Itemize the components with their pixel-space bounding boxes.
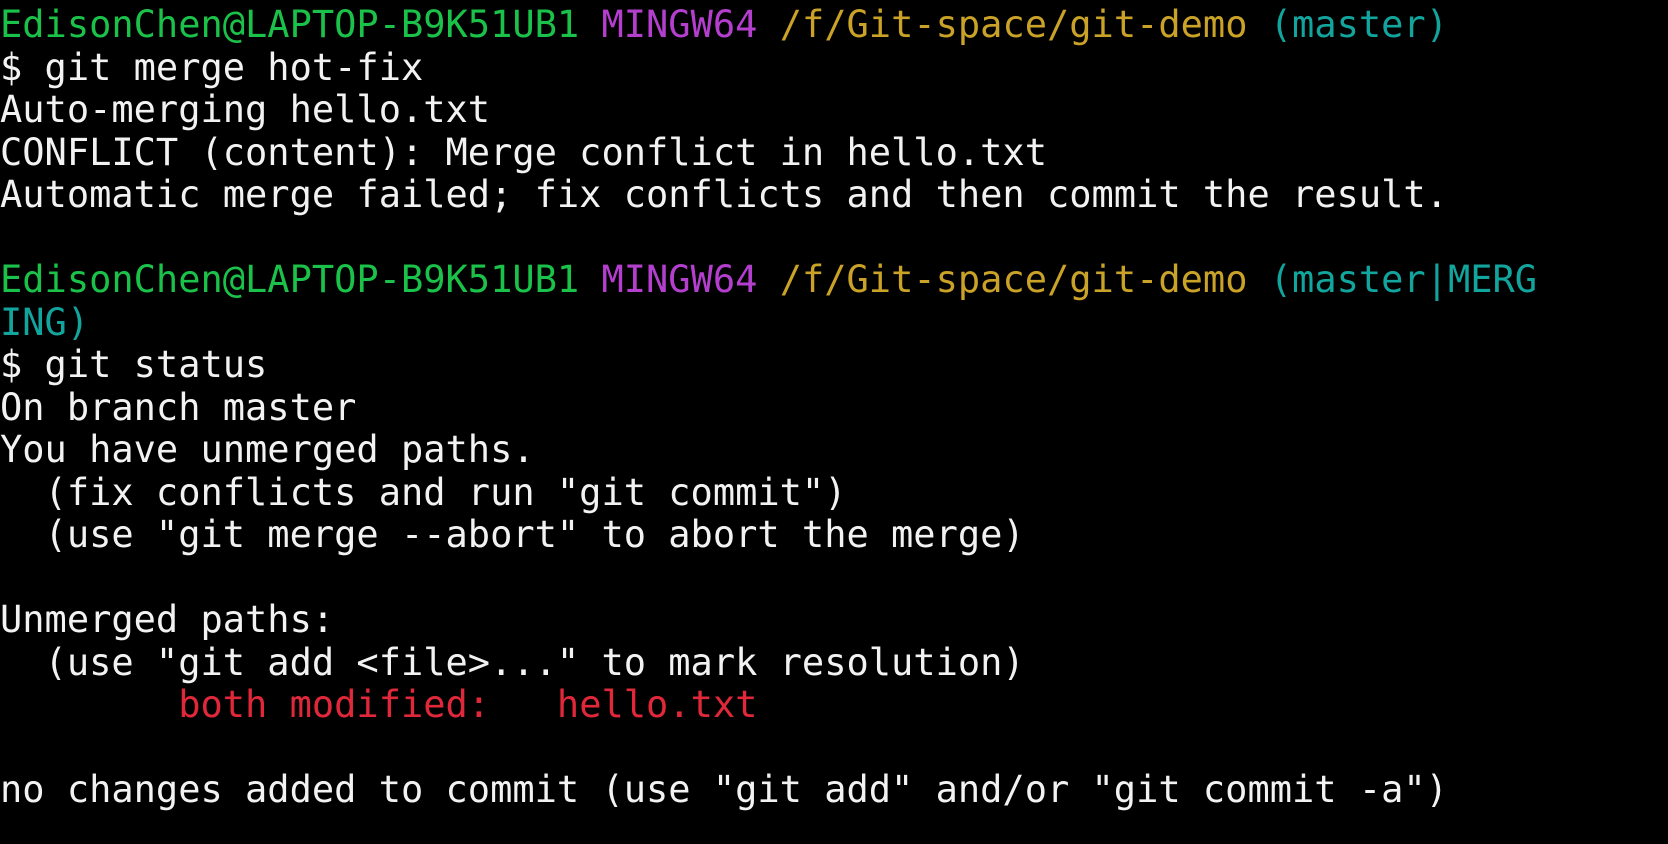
prompt-branch: (master|MERG — [1269, 259, 1538, 301]
prompt-system: MINGW64 — [601, 4, 758, 46]
output-line: Unmerged paths: — [0, 599, 335, 641]
command-line: $ git status — [0, 344, 268, 386]
file-status: both modified: — [178, 684, 491, 726]
output-line: On branch master — [0, 386, 357, 429]
output-line: Auto-merging hello.txt — [0, 89, 491, 131]
output-line: no changes added to commit (use "git add… — [0, 769, 1448, 811]
prompt-user-host: EdisonChen@LAPTOP-B9K51UB1 — [0, 259, 580, 301]
prompt-branch-wrap: ING) — [0, 301, 90, 344]
file-name: hello.txt — [556, 684, 758, 726]
hint-line: (use "git merge --abort" to abort the me… — [0, 514, 1025, 556]
output-line: You have unmerged paths. — [0, 429, 535, 471]
prompt-branch: (master) — [1269, 4, 1448, 46]
command-line: $ git merge hot-fix — [0, 46, 424, 89]
prompt-system: MINGW64 — [601, 259, 758, 301]
prompt-line: EdisonChen@LAPTOP-B9K51UB1 MINGW64 /f/Gi… — [0, 259, 1668, 302]
prompt-path: /f/Git-space/git-demo — [779, 4, 1248, 46]
terminal-window[interactable]: EdisonChen@LAPTOP-B9K51UB1 MINGW64 /f/Gi… — [0, 0, 1668, 844]
prompt-line: EdisonChen@LAPTOP-B9K51UB1 MINGW64 /f/Gi… — [0, 4, 1668, 47]
unmerged-file-line: both modified: hello.txt — [0, 684, 1668, 727]
hint-line: (fix conflicts and run "git commit") — [0, 471, 847, 514]
output-line: CONFLICT (content): Merge conflict in he… — [0, 131, 1047, 174]
prompt-user-host: EdisonChen@LAPTOP-B9K51UB1 — [0, 4, 580, 46]
prompt-path: /f/Git-space/git-demo — [779, 259, 1248, 301]
output-line: Automatic merge failed; fix conflicts an… — [0, 174, 1448, 216]
hint-line: (use "git add <file>..." to mark resolut… — [0, 641, 1025, 684]
